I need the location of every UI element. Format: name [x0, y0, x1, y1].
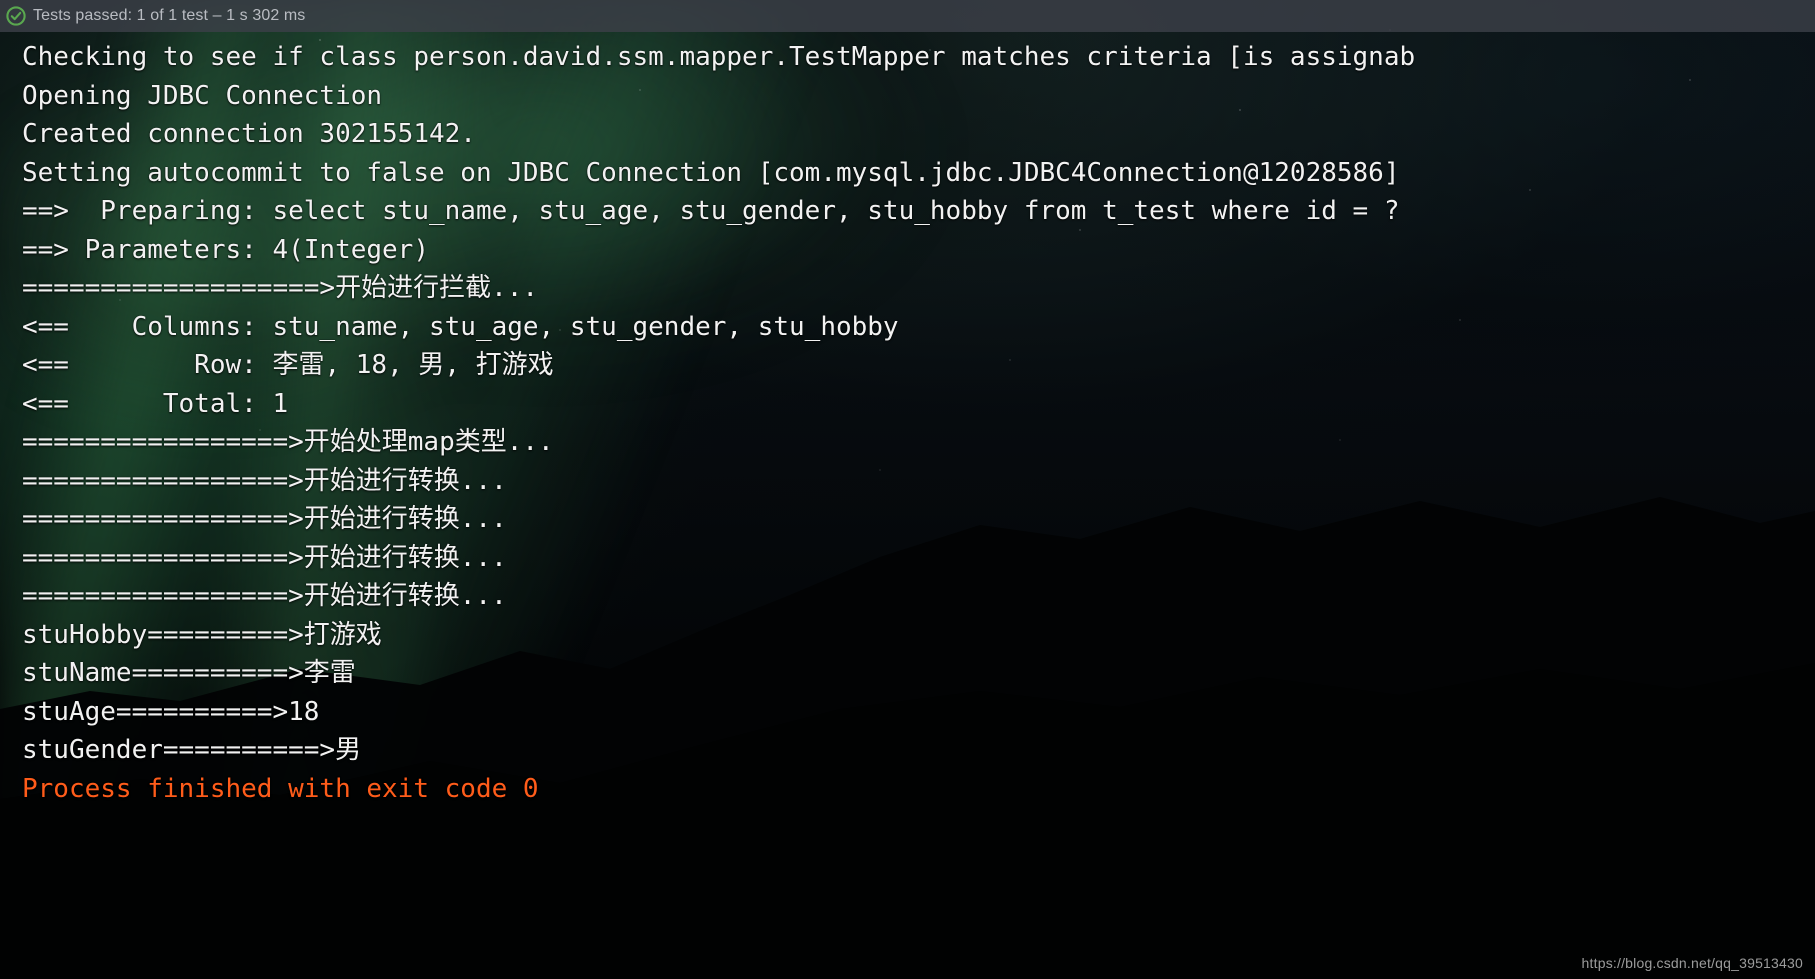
console-line: =================>开始进行转换... [22, 542, 507, 573]
console-line: =================>开始进行转换... [22, 465, 507, 496]
console-line: stuHobby=========>打游戏 [22, 619, 382, 650]
console-line: ==> Parameters: 4(Integer) [22, 234, 429, 265]
check-circle-icon [6, 6, 26, 26]
console-line: <== Total: 1 [22, 388, 289, 419]
console-line: ==> Preparing: select stu_name, stu_age,… [22, 196, 1400, 226]
console-line: Opening JDBC Connection [22, 80, 383, 111]
ide-console-window: Tests passed: 1 of 1 test – 1 s 302 ms C… [0, 0, 1815, 979]
test-status-bar[interactable]: Tests passed: 1 of 1 test – 1 s 302 ms [0, 0, 1815, 32]
console-line: <== Row: 李雷, 18, 男, 打游戏 [22, 350, 554, 380]
console-line: <== Columns: stu_name, stu_age, stu_gend… [22, 311, 899, 342]
console-line: =================>开始进行转换... [22, 581, 507, 611]
console-line: =================>开始处理map类型... [22, 427, 554, 457]
blog-watermark: https://blog.csdn.net/qq_39513430 [1581, 955, 1803, 971]
console-line: stuAge==========>18 [22, 696, 320, 727]
console-line: Created connection 302155142. [22, 119, 476, 149]
console-line: ===================>开始进行拦截... [22, 273, 539, 303]
console-line: stuName==========>李雷 [22, 658, 356, 688]
console-line: stuGender==========>男 [22, 735, 362, 765]
console-output[interactable]: Checking to see if class person.david.ss… [0, 32, 1815, 979]
console-line: Setting autocommit to false on JDBC Conn… [22, 157, 1400, 188]
console-exit-line: Process finished with exit code 0 [22, 773, 539, 804]
test-status-label: Tests passed: 1 of 1 test – 1 s 302 ms [33, 7, 306, 24]
console-line: =================>开始进行转换... [22, 504, 507, 534]
console-line: Checking to see if class person.david.ss… [22, 42, 1416, 72]
